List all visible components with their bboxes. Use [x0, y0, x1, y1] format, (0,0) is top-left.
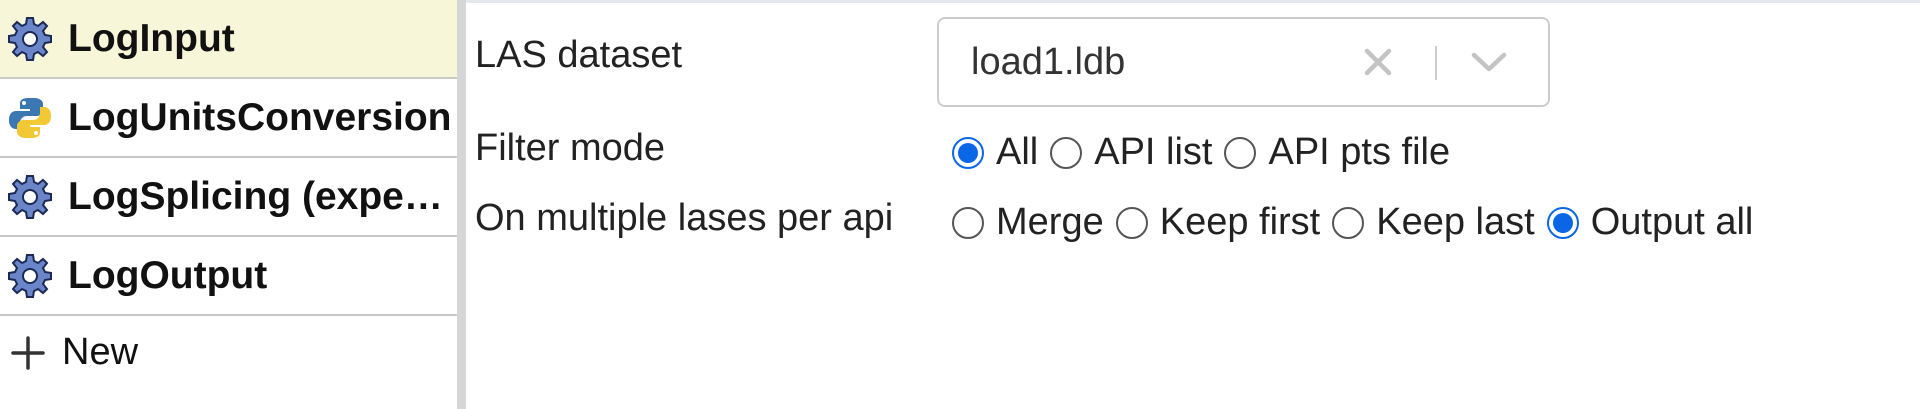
radio-circle[interactable]	[1332, 206, 1365, 239]
multiple-lases-radio-group: Merge Keep first Keep last Output all	[952, 201, 1765, 244]
filter-mode-radio-group: All API list API pts file	[952, 131, 1462, 174]
radio-circle[interactable]	[1224, 136, 1257, 169]
node-label: LogOutput	[68, 253, 268, 297]
filter-mode-api-list-radio[interactable]: API list	[1050, 131, 1212, 174]
filter-mode-label: Filter mode	[475, 127, 666, 169]
filter-mode-all-radio[interactable]: All	[952, 131, 1038, 174]
radio-circle[interactable]	[952, 206, 984, 239]
radio-circle[interactable]	[1050, 136, 1083, 169]
multiple-lases-merge-radio[interactable]: Merge	[952, 201, 1104, 244]
gear-icon	[6, 173, 54, 221]
new-node-button[interactable]: New	[0, 320, 457, 385]
las-dataset-value: load1.ldb	[971, 40, 1126, 83]
radio-circle[interactable]	[1115, 206, 1148, 239]
radio-label: All	[996, 131, 1039, 173]
panel-top-border	[466, 0, 1920, 3]
las-dataset-label: LAS dataset	[475, 34, 683, 76]
python-icon	[6, 94, 54, 142]
node-logsplicing[interactable]: LogSplicing (experimental)	[0, 158, 457, 237]
node-label: LogUnitsConversion	[68, 95, 452, 139]
radio-label: API pts file	[1268, 131, 1451, 173]
node-loginput[interactable]: LogInput	[0, 0, 457, 79]
node-label: LogSplicing (experimental)	[68, 174, 452, 218]
radio-label: Keep last	[1376, 201, 1535, 243]
radio-circle-selected[interactable]	[1546, 206, 1579, 239]
pipeline-sidebar: LogInput LogUnitsConversion LogSplicing …	[0, 0, 457, 409]
chevron-down-icon[interactable]	[1467, 43, 1511, 81]
gear-icon	[6, 15, 54, 63]
node-logunitsconversion[interactable]: LogUnitsConversion	[0, 79, 457, 158]
radio-label: Keep first	[1159, 201, 1321, 243]
radio-label: Output all	[1590, 201, 1754, 243]
node-settings-panel: LAS dataset load1.ldb Filter mode All AP…	[466, 0, 1920, 409]
multiple-lases-output-all-radio[interactable]: Output all	[1546, 201, 1754, 244]
multiple-lases-label: On multiple lases per api	[475, 197, 894, 239]
plus-icon	[10, 335, 46, 371]
node-logoutput[interactable]: LogOutput	[0, 237, 457, 316]
app-window: LogInput LogUnitsConversion LogSplicing …	[0, 0, 1920, 409]
multiple-lases-keep-last-radio[interactable]: Keep last	[1332, 201, 1535, 244]
select-separator	[1435, 46, 1437, 80]
radio-circle-selected[interactable]	[952, 136, 984, 169]
clear-x-icon[interactable]	[1359, 43, 1397, 81]
new-node-label: New	[62, 331, 139, 373]
panel-splitter[interactable]	[457, 0, 466, 409]
node-label: LogInput	[68, 16, 235, 60]
las-dataset-select[interactable]: load1.ldb	[937, 17, 1550, 107]
filter-mode-api-pts-file-radio[interactable]: API pts file	[1224, 131, 1450, 174]
radio-label: API list	[1094, 131, 1213, 173]
gear-icon	[6, 252, 54, 300]
radio-label: Merge	[996, 201, 1104, 243]
multiple-lases-keep-first-radio[interactable]: Keep first	[1115, 201, 1321, 244]
